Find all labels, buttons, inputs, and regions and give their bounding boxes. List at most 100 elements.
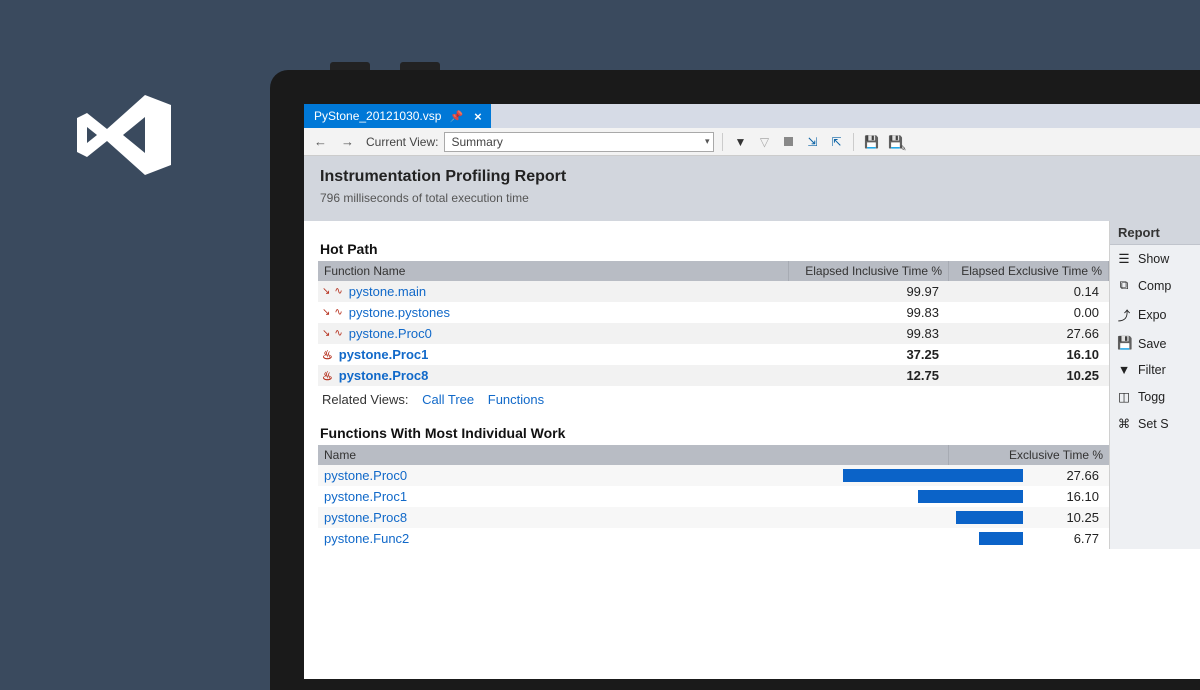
- current-view-dropdown[interactable]: Summary ▾: [444, 132, 714, 152]
- individual-title: Functions With Most Individual Work: [318, 425, 1109, 441]
- function-link[interactable]: pystone.Proc1: [318, 486, 509, 507]
- hotpath-arrow-icon: ↘: [322, 286, 330, 297]
- individual-rows: pystone.Proc027.66pystone.Proc116.10pyst…: [318, 465, 1109, 549]
- exclusive-time-value: 27.66: [949, 323, 1109, 344]
- side-action-label: Togg: [1138, 390, 1165, 404]
- side-action-label: Set S: [1138, 417, 1169, 431]
- flame-icon: ∿: [334, 307, 342, 318]
- tab-title: PyStone_20121030.vsp: [314, 109, 441, 123]
- individual-row[interactable]: pystone.Proc8 10.25: [318, 507, 1109, 528]
- report-subtitle: 796 milliseconds of total execution time: [320, 191, 1188, 205]
- symbol-icon: ⌘: [1117, 416, 1131, 431]
- exclusive-time-value: 10.25: [949, 365, 1109, 386]
- report-title: Instrumentation Profiling Report: [320, 168, 1188, 186]
- hotpath-row[interactable]: ↘ ∿ pystone.main 99.970.14: [318, 281, 1109, 302]
- device-nub: [400, 62, 440, 70]
- related-views: Related Views: Call Tree Functions: [318, 386, 1109, 425]
- function-link[interactable]: pystone.Proc0: [349, 326, 432, 341]
- individual-row[interactable]: pystone.Proc027.66: [318, 465, 1109, 486]
- compare-icon: ⧉: [1117, 278, 1131, 293]
- flame-icon: ∿: [334, 286, 342, 297]
- save-icon[interactable]: 💾: [862, 133, 880, 151]
- hotpath-row[interactable]: ↘∿pystone.pystones99.830.00: [318, 302, 1109, 323]
- document-tab-active[interactable]: PyStone_20121030.vsp 📌 ×: [304, 104, 491, 128]
- exclusive-time-bar: [509, 532, 1029, 545]
- stop-icon[interactable]: [779, 133, 797, 151]
- inclusive-time-value: 12.75: [789, 365, 949, 386]
- clear-filter-icon[interactable]: ▽: [755, 133, 773, 151]
- exclusive-time-value: 0.00: [949, 302, 1109, 323]
- col-exclusive-time[interactable]: Exclusive Time %: [949, 445, 1109, 465]
- side-action-label: Save: [1138, 337, 1167, 351]
- flame-icon: ∿: [334, 328, 342, 339]
- individual-row[interactable]: pystone.Func2 6.77: [318, 528, 1109, 549]
- report-side-panel: Report ☰Show⧉Comp ⤴ Expo 💾Save▼Filter ◫ Togg ⌘…: [1109, 221, 1200, 549]
- side-action[interactable]: ⤴ Expo: [1110, 299, 1200, 330]
- related-link-calltree[interactable]: Call Tree: [422, 392, 474, 407]
- function-link[interactable]: pystone.Func2: [318, 528, 509, 549]
- function-link[interactable]: pystone.Proc8: [339, 368, 429, 383]
- pin-icon[interactable]: 📌: [449, 110, 463, 123]
- nav-forward-icon[interactable]: →: [337, 134, 358, 149]
- exclusive-time-bar: [509, 511, 1029, 524]
- exclusive-time-value: 0.14: [949, 281, 1109, 302]
- device-frame: PyStone_20121030.vsp 📌 × ← → Current Vie…: [270, 70, 1200, 690]
- col-inclusive-time[interactable]: Elapsed Inclusive Time %: [789, 261, 949, 281]
- inclusive-time-value: 37.25: [789, 344, 949, 365]
- close-icon[interactable]: ×: [471, 109, 485, 124]
- exclusive-time-bar: [509, 469, 1029, 482]
- function-link[interactable]: pystone.Proc1: [339, 347, 429, 362]
- save-as-icon[interactable]: 💾✎: [886, 133, 904, 151]
- hotpath-row[interactable]: ♨pystone.Proc137.2516.10: [318, 344, 1109, 365]
- toolbar-separator: [853, 133, 854, 151]
- side-action[interactable]: ◫ Togg: [1110, 383, 1200, 410]
- hotpath-header-row: Function Name Elapsed Inclusive Time % E…: [318, 261, 1109, 281]
- side-action[interactable]: 💾Save: [1110, 330, 1200, 357]
- filter-icon[interactable]: ▼: [731, 133, 749, 151]
- side-action-label: Expo: [1138, 308, 1167, 322]
- side-action[interactable]: ⧉Comp: [1110, 272, 1200, 299]
- exclusive-time-value: 6.77: [1029, 528, 1109, 549]
- individual-row[interactable]: pystone.Proc1 16.10: [318, 486, 1109, 507]
- side-action[interactable]: ⌘ Set S: [1110, 410, 1200, 437]
- hotpath-title: Hot Path: [318, 241, 1109, 257]
- exclusive-time-value: 16.10: [1029, 486, 1109, 507]
- report-header: Instrumentation Profiling Report 796 mil…: [304, 156, 1200, 221]
- noise-reduction-icon[interactable]: ⇲: [803, 133, 821, 151]
- visual-studio-logo: [73, 95, 173, 175]
- flame-icon: ♨: [322, 348, 333, 362]
- function-link[interactable]: pystone.Proc8: [318, 507, 509, 528]
- current-view-value: Summary: [451, 135, 502, 149]
- side-action-label: Show: [1138, 252, 1169, 266]
- toggle-icon: ◫: [1117, 389, 1131, 404]
- col-exclusive-time[interactable]: Elapsed Exclusive Time %: [949, 261, 1109, 281]
- hotpath-rows: ↘ ∿ pystone.main 99.970.14↘ ∿ pystone.pystone…: [318, 281, 1109, 386]
- toolbar-separator: [722, 133, 723, 151]
- inclusive-time-value: 99.97: [789, 281, 949, 302]
- side-action[interactable]: ▼Filter: [1110, 357, 1200, 383]
- related-link-functions[interactable]: Functions: [488, 392, 544, 407]
- inclusive-time-value: 99.83: [789, 302, 949, 323]
- related-views-label: Related Views:: [322, 392, 408, 407]
- document-tabbar: PyStone_20121030.vsp 📌 ×: [304, 104, 1200, 128]
- function-link[interactable]: pystone.Proc0: [318, 465, 509, 486]
- col-function-name[interactable]: Function Name: [318, 261, 789, 281]
- function-link[interactable]: pystone.pystones: [349, 305, 450, 320]
- side-action-label: Filter: [1138, 363, 1166, 377]
- col-name[interactable]: Name: [318, 445, 949, 465]
- app-window: PyStone_20121030.vsp 📌 × ← → Current Vie…: [304, 104, 1200, 679]
- noise-reduction-alt-icon[interactable]: ⇱: [827, 133, 845, 151]
- side-panel-title: Report: [1110, 221, 1200, 245]
- flame-icon: ♨: [322, 369, 333, 383]
- nav-back-icon[interactable]: ←: [310, 134, 331, 149]
- hotpath-row[interactable]: ♨ pystone.Proc8 12.7510.25: [318, 365, 1109, 386]
- exclusive-time-value: 10.25: [1029, 507, 1109, 528]
- function-link[interactable]: pystone.main: [349, 284, 426, 299]
- export-icon: ⤴: [1117, 305, 1131, 324]
- profiler-toolbar: ← → Current View: Summary ▾ ▼ ▽ ⇲ ⇱ 💾 💾✎: [304, 128, 1200, 156]
- side-action[interactable]: ☰Show: [1110, 245, 1200, 272]
- exclusive-time-bar: [509, 490, 1029, 503]
- individual-header-row: Name Exclusive Time %: [318, 445, 1109, 465]
- hotpath-row[interactable]: ↘∿pystone.Proc099.8327.66: [318, 323, 1109, 344]
- device-nub: [330, 62, 370, 70]
